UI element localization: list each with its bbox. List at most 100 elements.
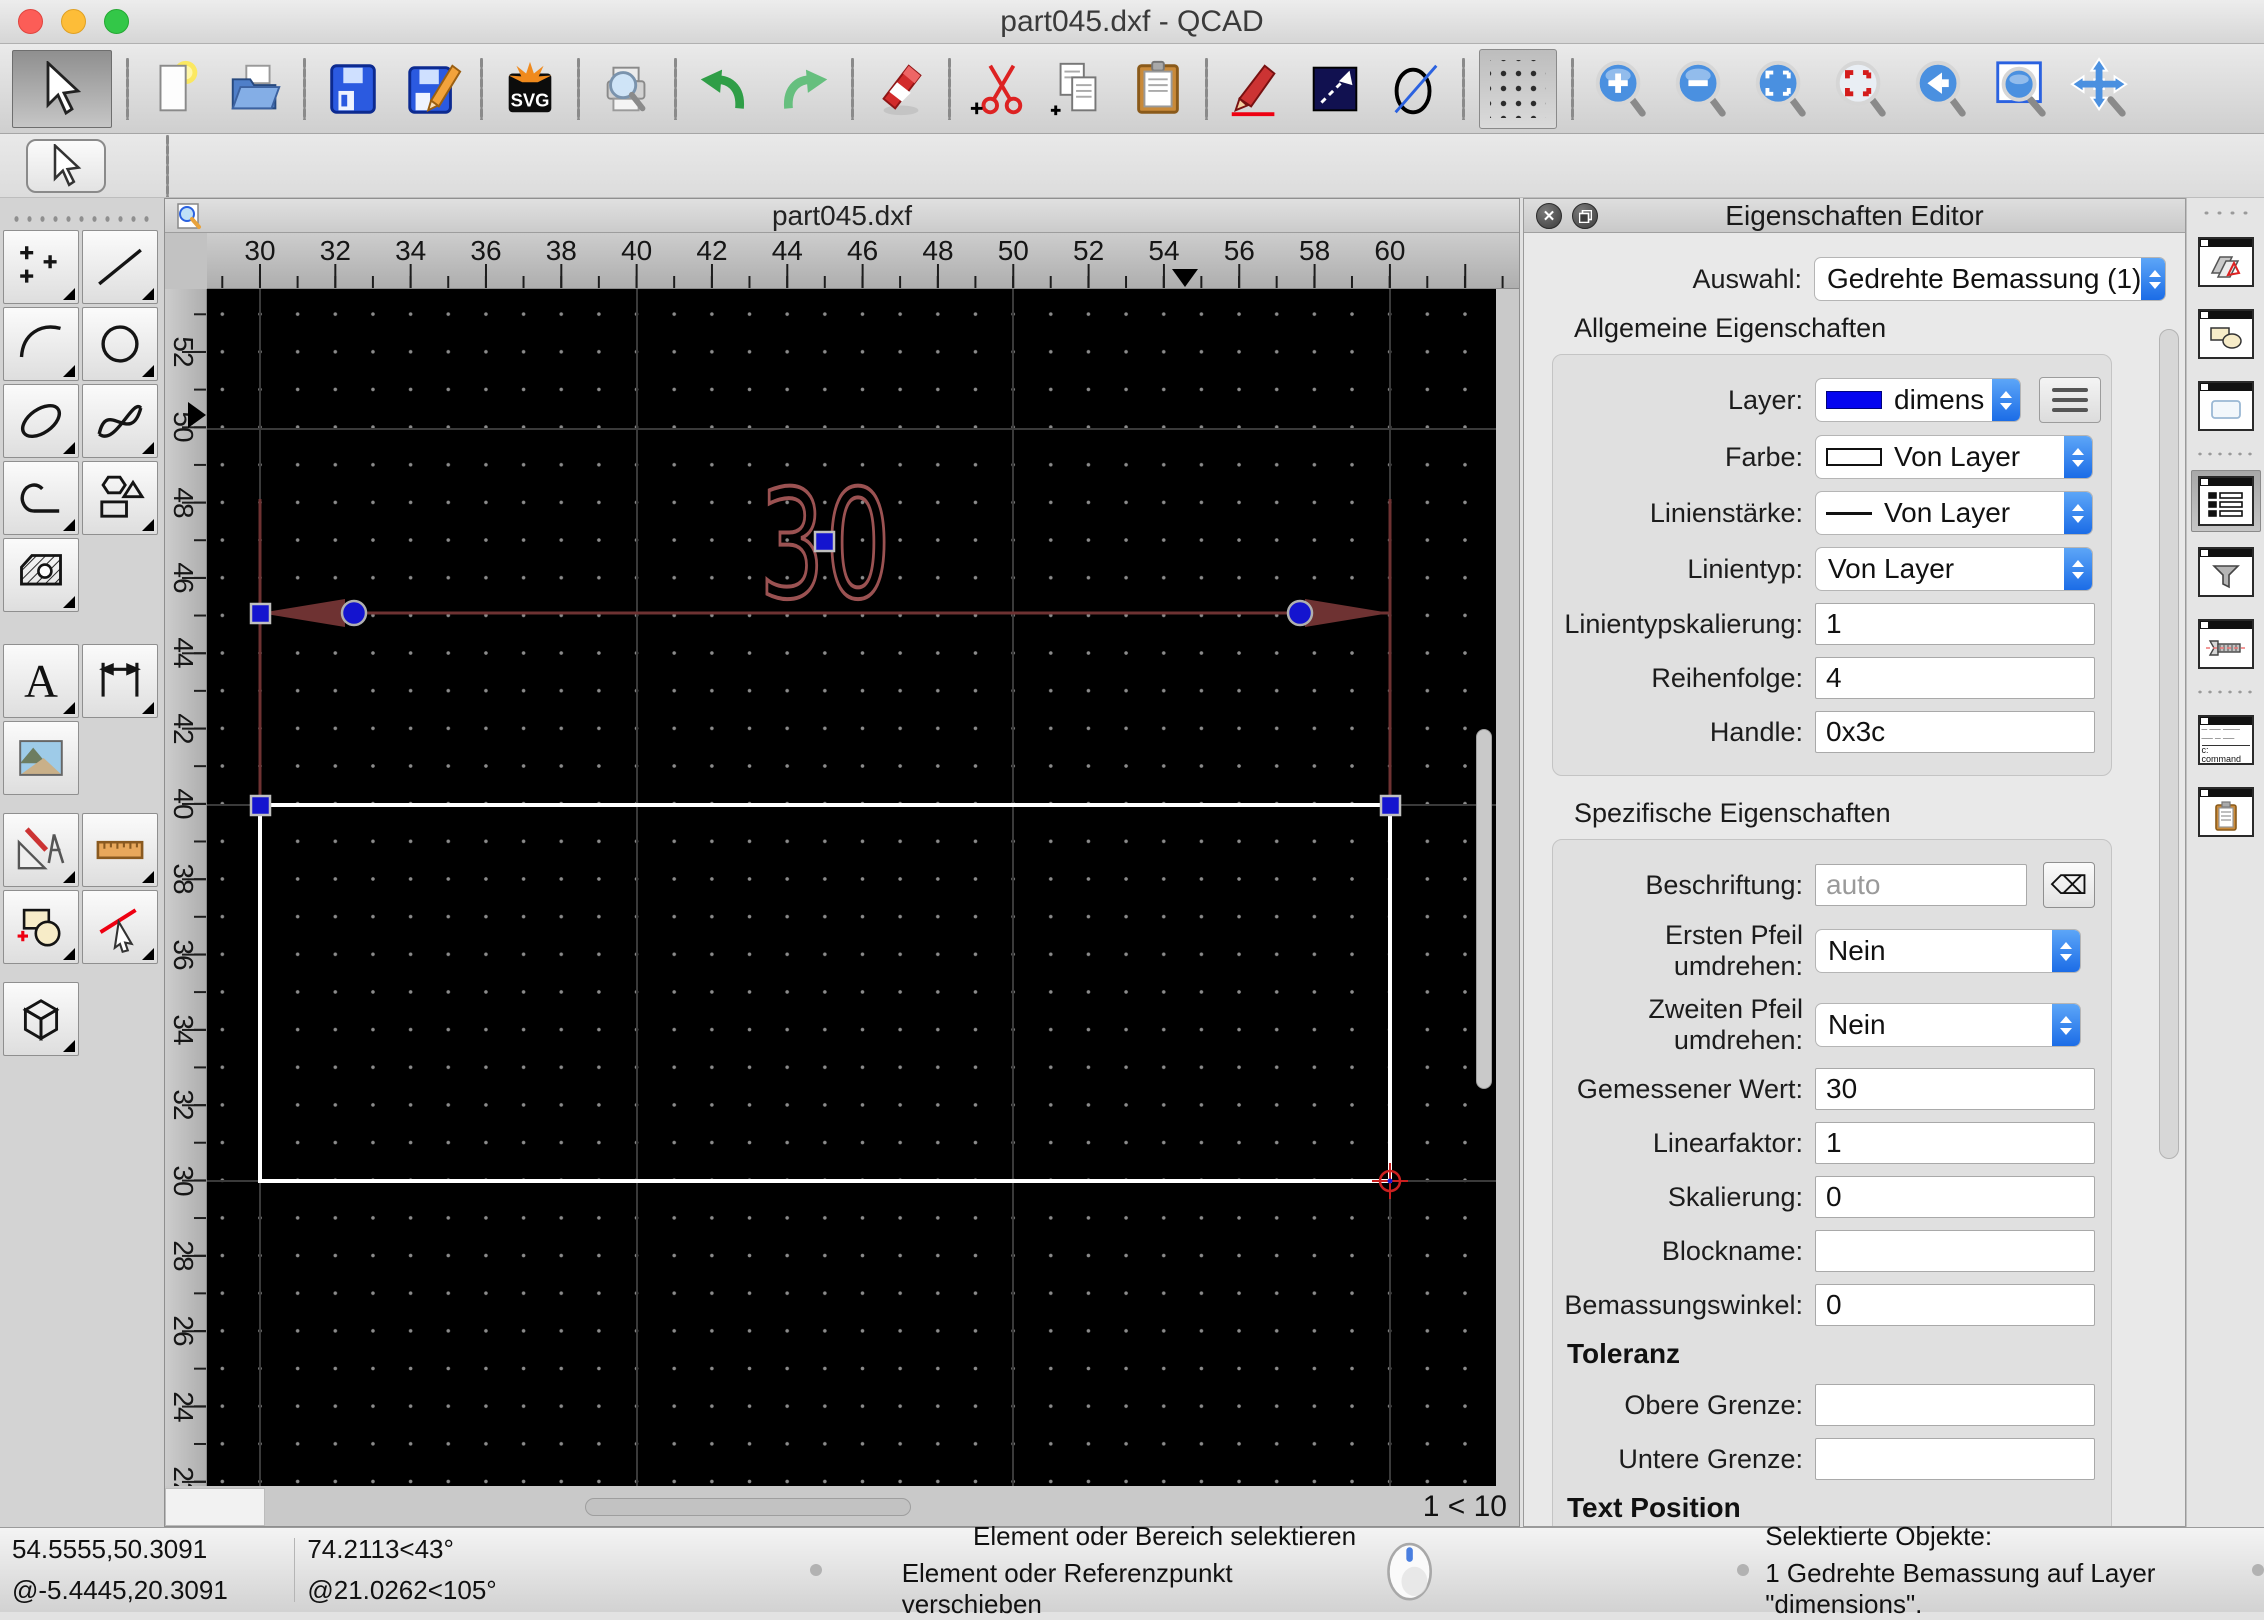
zoom-selection-button[interactable] — [1828, 52, 1894, 126]
cut-button[interactable] — [965, 52, 1031, 126]
new-document-button[interactable] — [143, 52, 209, 126]
print-preview-button[interactable] — [594, 52, 660, 126]
handle-field[interactable] — [1815, 711, 2095, 753]
cursor-position-marker — [1172, 269, 1198, 287]
window-title: part045.dxf - QCAD — [1000, 4, 1264, 38]
copy-icon — [1050, 62, 1097, 115]
command-line-toggle[interactable]: ─ ── ─── ── ─ ── c: command — [2197, 715, 2254, 765]
scale-field[interactable] — [1815, 1176, 2095, 1218]
linear-factor-field[interactable] — [1815, 1122, 2095, 1164]
previous-view-button[interactable] — [1908, 52, 1974, 126]
save-button[interactable] — [320, 52, 386, 126]
view-panel-toggle[interactable] — [2197, 381, 2254, 431]
blocks-panel-toggle[interactable] — [2197, 309, 2254, 359]
layer-menu-button[interactable] — [2039, 377, 2101, 423]
paste-button[interactable] — [1125, 52, 1191, 126]
zoom-window-button[interactable] — [1988, 52, 2054, 126]
reference-point-marker — [1372, 1163, 1408, 1199]
dimension-tool-button[interactable] — [82, 644, 158, 718]
close-window-button[interactable] — [18, 9, 43, 34]
arc-tool-button[interactable] — [3, 307, 79, 381]
svg-export-button[interactable]: SVG — [497, 52, 563, 126]
line-tool-button[interactable] — [82, 230, 158, 304]
dimension-angle-field[interactable] — [1815, 1284, 2095, 1326]
canvas-vertical-scrollbar[interactable] — [1476, 729, 1492, 1089]
color-combo[interactable]: Von Layer — [1815, 435, 2093, 479]
shapes-icon — [100, 475, 145, 518]
selection-pointer-button[interactable] — [26, 138, 106, 193]
redo-button[interactable] — [771, 52, 837, 126]
close-panel-button[interactable]: ✕ — [1536, 203, 1562, 229]
linetype-combo[interactable]: Von Layer — [1815, 547, 2093, 591]
snap-tool-button[interactable] — [82, 890, 158, 964]
draw-tools-button[interactable] — [3, 813, 79, 887]
measure-tool-button[interactable] — [82, 813, 158, 887]
selected-dimension[interactable]: 30 — [258, 457, 1392, 796]
lineweight-combo[interactable]: Von Layer — [1815, 491, 2093, 535]
undo-button[interactable] — [691, 52, 757, 126]
block-name-field[interactable] — [1815, 1230, 2095, 1272]
zoom-in-icon — [1595, 60, 1646, 117]
selection-filter-toggle[interactable] — [2197, 547, 2254, 597]
layers-icon — [2210, 256, 2240, 278]
linetype-scale-field[interactable] — [1815, 603, 2095, 645]
modify-tool-button[interactable] — [3, 890, 79, 964]
ellipse-tool-button[interactable] — [1382, 52, 1448, 126]
ellipse-tool-button[interactable] — [3, 384, 79, 458]
float-panel-button[interactable] — [1572, 203, 1598, 229]
spline-tool-button[interactable] — [82, 384, 158, 458]
stepper-icon — [2064, 492, 2092, 534]
eraser-icon — [882, 63, 922, 115]
image-tool-button[interactable] — [3, 721, 79, 795]
selected-objects-detail: 1 Gedrehte Bemassung auf Layer "dimensio… — [1765, 1557, 2156, 1619]
flip-first-arrow-combo[interactable]: Nein — [1815, 929, 2081, 973]
save-as-button[interactable] — [400, 52, 466, 126]
clear-label-button[interactable]: ⌫ — [2043, 862, 2095, 908]
layer-combo[interactable]: dimens — [1815, 378, 2021, 422]
palette-drag-handle[interactable] — [10, 204, 154, 222]
toolbar-separator — [303, 57, 306, 120]
status-bar: 54.5555,50.3091 @-5.4445,20.3091 74.2113… — [0, 1521, 2264, 1619]
property-editor-toggle[interactable] — [2197, 476, 2254, 526]
fastener-panel-toggle[interactable] — [2197, 619, 2254, 669]
dimension-label-field[interactable] — [1815, 864, 2027, 906]
open-file-button[interactable] — [223, 52, 289, 126]
layers-panel-toggle[interactable] — [2197, 237, 2254, 287]
copy-button[interactable] — [1045, 52, 1111, 126]
flip-second-arrow-combo[interactable]: Nein — [1815, 1003, 2081, 1047]
circle-tool-button[interactable] — [82, 307, 158, 381]
measured-value-field[interactable] — [1815, 1068, 2095, 1110]
scale-button[interactable] — [1302, 52, 1368, 126]
pan-button[interactable] — [2068, 52, 2134, 126]
selection-combo[interactable]: Gedrehte Bemassung (1) — [1814, 257, 2166, 301]
part-outline-rectangle[interactable] — [258, 803, 1392, 1183]
grid-toggle-button[interactable] — [1479, 48, 1557, 129]
upper-limit-field[interactable] — [1815, 1384, 2095, 1426]
shape-tool-button[interactable] — [82, 461, 158, 535]
maximize-window-button[interactable] — [104, 9, 129, 34]
zoom-out-button[interactable] — [1668, 52, 1734, 126]
auto-zoom-button[interactable] — [1748, 52, 1814, 126]
solid-tool-button[interactable] — [3, 982, 79, 1056]
selection-tool-button[interactable] — [12, 49, 112, 128]
delete-button[interactable] — [868, 52, 934, 126]
draw-pencil-button[interactable] — [1222, 52, 1288, 126]
strip-drag-handle[interactable] — [2199, 208, 2252, 218]
clipboard-panel-toggle[interactable] — [2197, 787, 2254, 837]
document-titlebar[interactable]: part045.dxf — [165, 199, 1519, 233]
lower-limit-field[interactable] — [1815, 1438, 2095, 1480]
hatch-tool-button[interactable] — [3, 538, 79, 612]
zoom-in-button[interactable] — [1588, 52, 1654, 126]
panel-scrollbar[interactable] — [2159, 329, 2179, 1159]
svg-text:A: A — [24, 656, 58, 707]
view-window-icon — [2210, 400, 2241, 419]
points-tool-button[interactable] — [3, 230, 79, 304]
canvas-horizontal-scrollbar[interactable] — [585, 1498, 911, 1516]
text-tool-button[interactable]: A — [3, 644, 79, 718]
draw-order-field[interactable] — [1815, 657, 2095, 699]
polyline-tool-button[interactable] — [3, 461, 79, 535]
minimize-window-button[interactable] — [61, 9, 86, 34]
selection-label: Auswahl: — [1692, 263, 1802, 294]
line-icon — [98, 248, 142, 286]
drawing-canvas[interactable]: 30 — [207, 289, 1496, 1488]
